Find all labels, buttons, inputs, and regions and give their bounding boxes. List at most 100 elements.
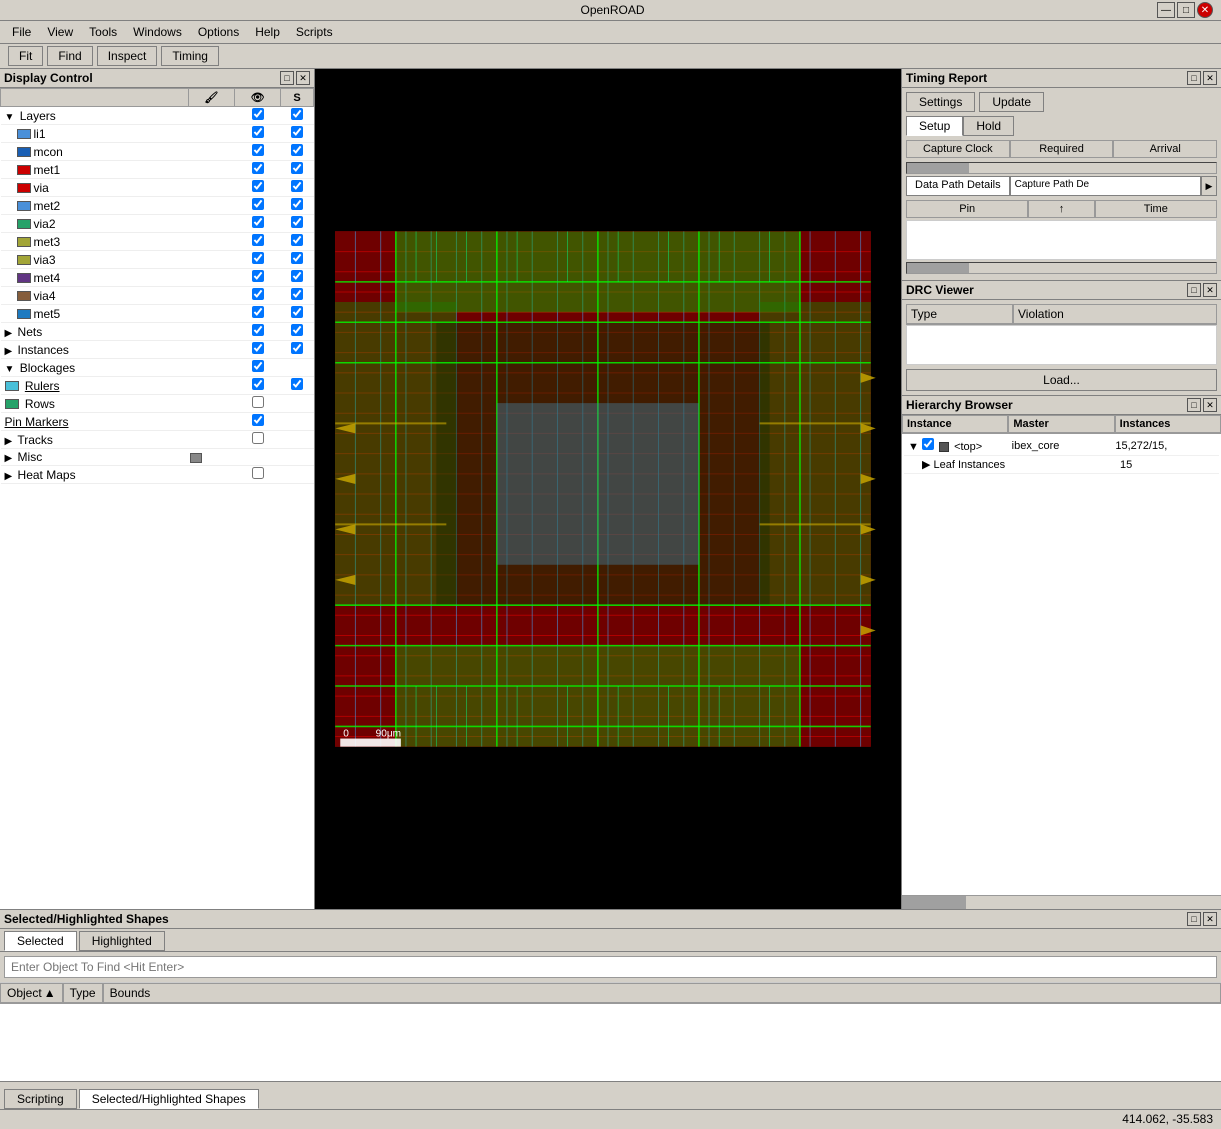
- col-capture-clock: Capture Clock: [906, 140, 1010, 158]
- tracks-visible[interactable]: [252, 432, 264, 444]
- drc-close[interactable]: ✕: [1203, 283, 1217, 297]
- via4-sel[interactable]: [291, 288, 303, 300]
- drc-load-button[interactable]: Load...: [906, 369, 1217, 391]
- path-scroll-right[interactable]: ▶: [1201, 176, 1217, 196]
- nets-sel[interactable]: [291, 324, 303, 336]
- path-tabs: Data Path Details Capture Path De ▶: [906, 176, 1217, 196]
- li1-visible[interactable]: [252, 126, 264, 138]
- minimize-button[interactable]: —: [1157, 2, 1175, 18]
- via3-sel[interactable]: [291, 252, 303, 264]
- tab-highlighted[interactable]: Highlighted: [79, 931, 165, 951]
- rulers-sel[interactable]: [291, 378, 303, 390]
- canvas-area[interactable]: 0 90μm: [315, 69, 901, 909]
- via-visible[interactable]: [252, 180, 264, 192]
- col-visible-header: 👁: [234, 89, 280, 107]
- timing-scrollbar-h[interactable]: [906, 162, 1217, 174]
- nets-expand[interactable]: ▶: [5, 328, 13, 339]
- menu-file[interactable]: File: [4, 23, 39, 41]
- via-sel[interactable]: [291, 180, 303, 192]
- update-button[interactable]: Update: [979, 92, 1044, 112]
- shapes-restore[interactable]: □: [1187, 912, 1201, 926]
- timing-scrollbar-h2[interactable]: [906, 262, 1217, 274]
- instances-sel[interactable]: [291, 342, 303, 354]
- find-button[interactable]: Find: [47, 46, 92, 66]
- drc-restore[interactable]: □: [1187, 283, 1201, 297]
- data-path-tab[interactable]: Data Path Details: [906, 176, 1010, 196]
- met5-visible[interactable]: [252, 306, 264, 318]
- heat-maps-visible[interactable]: [252, 467, 264, 479]
- rows-visible[interactable]: [252, 396, 264, 408]
- shapes-search-input[interactable]: [4, 956, 1217, 978]
- met5-sel[interactable]: [291, 306, 303, 318]
- menu-options[interactable]: Options: [190, 23, 247, 41]
- menu-windows[interactable]: Windows: [125, 23, 190, 41]
- menu-scripts[interactable]: Scripts: [288, 23, 341, 41]
- rulers-visible[interactable]: [252, 378, 264, 390]
- mcon-visible[interactable]: [252, 144, 264, 156]
- tab-selected[interactable]: Selected: [4, 931, 77, 951]
- settings-button[interactable]: Settings: [906, 92, 975, 112]
- hier-check-top[interactable]: [922, 438, 934, 450]
- shapes-col-bounds[interactable]: Bounds: [103, 983, 1221, 1003]
- display-control-restore[interactable]: □: [280, 71, 294, 85]
- met2-visible[interactable]: [252, 198, 264, 210]
- hier-expand-leaf[interactable]: ▶: [922, 459, 930, 471]
- hier-restore[interactable]: □: [1187, 398, 1201, 412]
- met3-visible[interactable]: [252, 234, 264, 246]
- display-control-close[interactable]: ✕: [296, 71, 310, 85]
- inspect-button[interactable]: Inspect: [97, 46, 158, 66]
- pin-markers-visible[interactable]: [252, 414, 264, 426]
- tab-scripting[interactable]: Scripting: [4, 1089, 77, 1109]
- tab-hold[interactable]: Hold: [963, 116, 1014, 136]
- via4-visible[interactable]: [252, 288, 264, 300]
- menu-tools[interactable]: Tools: [81, 23, 125, 41]
- instances-visible[interactable]: [252, 342, 264, 354]
- hier-col-master: Master: [1008, 415, 1114, 433]
- hier-close[interactable]: ✕: [1203, 398, 1217, 412]
- met2-sel[interactable]: [291, 198, 303, 210]
- close-button[interactable]: ✕: [1197, 2, 1213, 18]
- met4-sel[interactable]: [291, 270, 303, 282]
- tab-setup[interactable]: Setup: [906, 116, 963, 136]
- layers-visible-check[interactable]: [252, 108, 264, 120]
- timing-report-close[interactable]: ✕: [1203, 71, 1217, 85]
- layers-sel-check[interactable]: [291, 108, 303, 120]
- fit-button[interactable]: Fit: [8, 46, 43, 66]
- instances-expand[interactable]: ▶: [5, 346, 13, 357]
- shapes-close[interactable]: ✕: [1203, 912, 1217, 926]
- maximize-button[interactable]: □: [1177, 2, 1195, 18]
- via3-visible[interactable]: [252, 252, 264, 264]
- shapes-col-object[interactable]: Object ▲: [0, 983, 63, 1003]
- misc-expand[interactable]: ▶: [5, 453, 13, 464]
- via2-sel[interactable]: [291, 216, 303, 228]
- via2-swatch: [17, 219, 31, 229]
- met3-sel[interactable]: [291, 234, 303, 246]
- via2-visible[interactable]: [252, 216, 264, 228]
- nets-visible[interactable]: [252, 324, 264, 336]
- shapes-col-type[interactable]: Type: [63, 983, 103, 1003]
- timing-button[interactable]: Timing: [161, 46, 219, 66]
- chip-canvas[interactable]: 0 90μm: [315, 69, 901, 909]
- met1-visible[interactable]: [252, 162, 264, 174]
- tab-selected-shapes[interactable]: Selected/Highlighted Shapes: [79, 1089, 259, 1109]
- li1-sel[interactable]: [291, 126, 303, 138]
- met4-visible[interactable]: [252, 270, 264, 282]
- blockages-expand[interactable]: ▼: [5, 364, 15, 375]
- capture-path-tab[interactable]: Capture Path De: [1010, 176, 1201, 196]
- hier-expand-top[interactable]: ▼: [908, 441, 919, 453]
- paint-icon: 🖌: [204, 92, 218, 104]
- mcon-sel[interactable]: [291, 144, 303, 156]
- menu-view[interactable]: View: [39, 23, 81, 41]
- menu-help[interactable]: Help: [247, 23, 288, 41]
- timing-report-title: Timing Report: [906, 71, 987, 85]
- hier-row-leaf[interactable]: ▶ Leaf Instances 15: [904, 456, 1219, 474]
- hier-row-top[interactable]: ▼ <top> ibex_core 15,272/15,: [904, 436, 1219, 456]
- heat-maps-expand[interactable]: ▶: [5, 471, 13, 482]
- tracks-expand[interactable]: ▶: [5, 436, 13, 447]
- timing-report-restore[interactable]: □: [1187, 71, 1201, 85]
- col-required: Required: [1010, 140, 1114, 158]
- met1-sel[interactable]: [291, 162, 303, 174]
- blockages-visible[interactable]: [252, 360, 264, 372]
- hier-scroll-horizontal[interactable]: [902, 895, 1221, 909]
- layers-expand[interactable]: ▼: [5, 112, 15, 123]
